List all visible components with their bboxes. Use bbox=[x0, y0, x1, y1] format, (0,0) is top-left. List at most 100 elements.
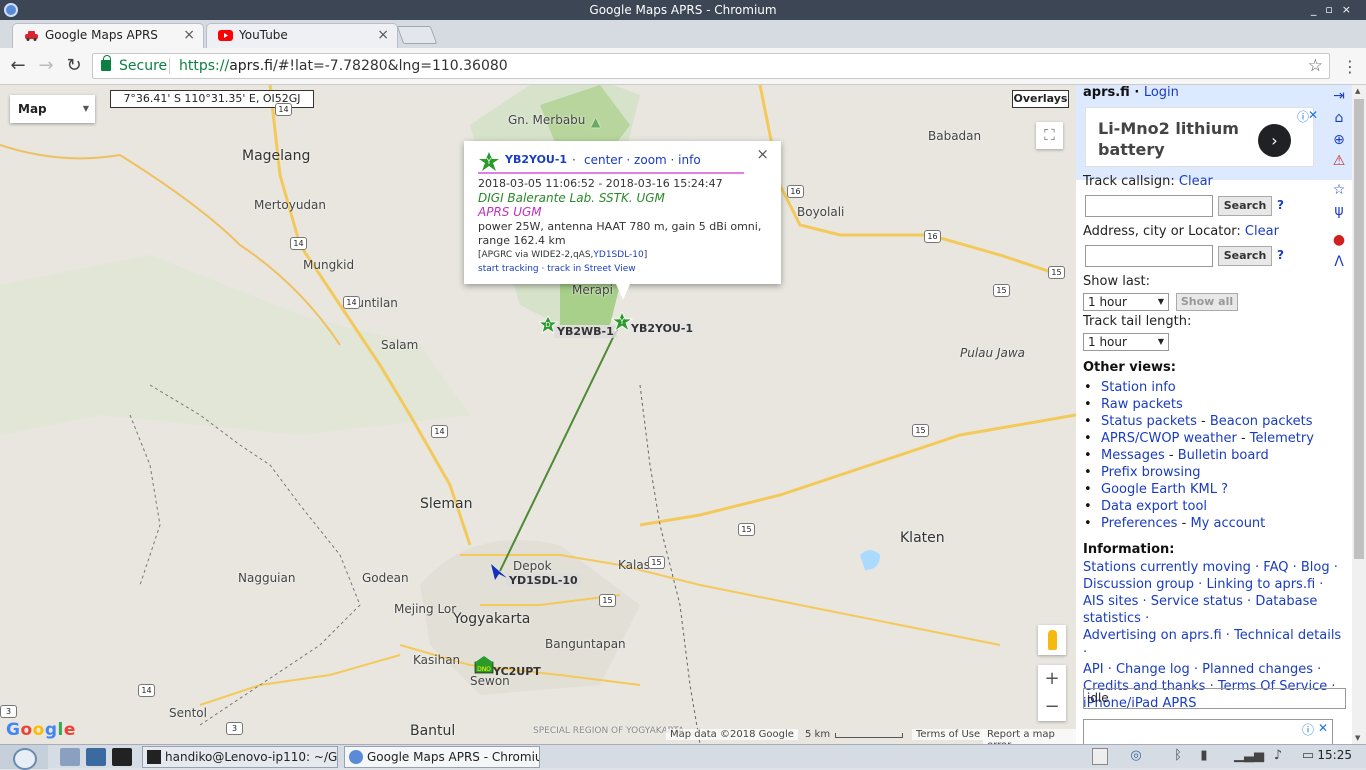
path-link[interactable]: YD1SDL-10 bbox=[593, 250, 643, 260]
menu-icon[interactable]: ⋮ bbox=[1342, 57, 1358, 76]
my-account-link[interactable]: My account bbox=[1190, 516, 1265, 531]
map-canvas[interactable]: Map ▼ 7°36.41' S 110°31.35' E, OI52GJ Ove… bbox=[0, 85, 1076, 744]
info-link[interactable]: Planned changes bbox=[1202, 662, 1313, 677]
tower-icon[interactable]: ⚠ bbox=[1330, 152, 1348, 170]
ad-banner[interactable]: Li-Mno2 lithium battery › ⓘ ✕ bbox=[1085, 107, 1318, 167]
beacon-packets-link[interactable]: Beacon packets bbox=[1210, 414, 1313, 429]
address-bar[interactable]: Secure https://aprs.fi/#!lat=-7.78280&ln… bbox=[92, 53, 1330, 79]
star-icon[interactable]: ☆ bbox=[1330, 181, 1348, 199]
search-button[interactable]: Search bbox=[1218, 246, 1272, 266]
reload-icon[interactable]: ↻ bbox=[62, 55, 86, 77]
callsign-input[interactable] bbox=[1085, 195, 1213, 217]
search-button[interactable]: Search bbox=[1218, 196, 1272, 216]
info-link[interactable]: Advertising on aprs.fi bbox=[1083, 628, 1222, 643]
info-link[interactable]: Linking to aprs.fi bbox=[1206, 577, 1315, 592]
tab-close-icon[interactable]: × bbox=[183, 24, 195, 46]
scrollbar-thumb[interactable] bbox=[1354, 99, 1364, 559]
start-menu-icon[interactable] bbox=[0, 745, 48, 770]
bookmark-star-icon[interactable]: ☆ bbox=[1308, 54, 1323, 78]
network-tool-icon[interactable] bbox=[86, 748, 106, 766]
tab-google-maps-aprs[interactable]: Google Maps APRS × bbox=[12, 23, 204, 48]
address-input[interactable] bbox=[1085, 245, 1213, 267]
file-manager-icon[interactable] bbox=[60, 748, 80, 766]
popup-actions[interactable]: start tracking · track in Street View bbox=[478, 264, 636, 274]
login-link[interactable]: Login bbox=[1144, 85, 1179, 100]
info-link[interactable]: Change log bbox=[1116, 662, 1190, 677]
window-icon[interactable] bbox=[1092, 748, 1108, 765]
overlay-circles-icon[interactable]: ● bbox=[1330, 231, 1348, 249]
target-icon[interactable]: ⊕ bbox=[1330, 131, 1348, 149]
zoom-out-button[interactable]: − bbox=[1038, 693, 1066, 721]
signal-icon[interactable]: ▁▃▅ bbox=[1234, 748, 1264, 765]
screen-icon[interactable]: ▭ bbox=[1300, 748, 1316, 765]
info-link[interactable]: API bbox=[1083, 662, 1104, 677]
popup-callsign[interactable]: YB2YOU-1 bbox=[505, 153, 567, 166]
station-info-link[interactable]: Station info bbox=[1101, 380, 1176, 395]
battery-icon[interactable]: ▮ bbox=[1196, 748, 1212, 765]
terms-link[interactable]: Terms of Use bbox=[912, 729, 985, 740]
back-arrow-icon[interactable]: ← bbox=[6, 55, 30, 77]
preferences-link[interactable]: Preferences bbox=[1101, 516, 1177, 531]
kml-link[interactable]: Google Earth KML ? bbox=[1101, 482, 1228, 497]
forward-arrow-icon[interactable]: → bbox=[34, 55, 58, 77]
window-controls[interactable]: _▫× bbox=[1311, 0, 1360, 20]
info-link[interactable]: Service status bbox=[1151, 594, 1243, 609]
info-link[interactable]: Blog bbox=[1301, 560, 1330, 575]
antenna-icon[interactable]: ψ bbox=[1330, 202, 1348, 220]
show-last-select[interactable]: 1 hour ▼ bbox=[1083, 293, 1169, 311]
scroll-down-icon[interactable]: ▼ bbox=[1355, 734, 1360, 742]
bluetooth-icon[interactable]: ᛒ bbox=[1170, 748, 1186, 765]
popup-path: [APGRC via WIDE2-2,qAS,YD1SDL-10] bbox=[478, 250, 648, 260]
close-icon[interactable]: × bbox=[756, 145, 769, 163]
close-icon[interactable]: ✕ bbox=[1308, 108, 1318, 122]
terminal-icon[interactable] bbox=[112, 748, 132, 766]
help-link[interactable]: ? bbox=[1277, 198, 1284, 212]
prefix-browsing-link[interactable]: Prefix browsing bbox=[1101, 465, 1200, 480]
ad-banner-bottom[interactable]: ⓘ ✕ bbox=[1083, 719, 1333, 745]
home-icon[interactable]: ⌂ bbox=[1330, 109, 1348, 127]
info-icon[interactable]: ⓘ bbox=[1302, 721, 1314, 738]
clear-link[interactable]: Clear bbox=[1179, 174, 1213, 189]
task-terminal[interactable]: handiko@Lenovo-ip110: ~/G... bbox=[142, 746, 338, 768]
map-type-select[interactable]: Map ▼ bbox=[10, 95, 95, 123]
task-chromium[interactable]: Google Maps APRS - Chromium bbox=[344, 746, 540, 768]
overlays-button[interactable]: Overlays bbox=[1012, 90, 1069, 108]
messages-link[interactable]: Messages bbox=[1101, 448, 1165, 463]
report-error-link[interactable]: Report a map error bbox=[983, 729, 1076, 744]
chromium-tray-icon[interactable]: ◎ bbox=[1128, 748, 1144, 765]
info-link[interactable]: FAQ bbox=[1263, 560, 1288, 575]
new-tab-button[interactable] bbox=[396, 26, 438, 44]
sidebar-scrollbar[interactable]: ▲ ▼ bbox=[1352, 85, 1366, 744]
help-link[interactable]: ? bbox=[1277, 248, 1284, 262]
data-export-link[interactable]: Data export tool bbox=[1101, 499, 1207, 514]
close-icon[interactable]: ✕ bbox=[1318, 721, 1328, 735]
clear-link[interactable]: Clear bbox=[1245, 224, 1279, 239]
tab-close-icon[interactable]: × bbox=[377, 24, 389, 46]
tail-length-select[interactable]: 1 hour ▼ bbox=[1083, 333, 1169, 351]
station-label[interactable]: YC2UPT bbox=[490, 665, 544, 678]
station-label[interactable]: YB2WB-1 bbox=[554, 325, 617, 338]
street-view-pegman-icon[interactable] bbox=[1038, 625, 1066, 655]
station-label[interactable]: YD1SDL-10 bbox=[506, 574, 581, 587]
raw-packets-link[interactable]: Raw packets bbox=[1101, 397, 1183, 412]
road-shield: 15 bbox=[599, 594, 616, 607]
compass-icon[interactable]: Λ bbox=[1330, 253, 1348, 271]
bulletin-board-link[interactable]: Bulletin board bbox=[1178, 448, 1269, 463]
scroll-up-icon[interactable]: ▲ bbox=[1355, 87, 1360, 95]
fullscreen-icon[interactable]: ⛶ bbox=[1036, 122, 1063, 149]
tab-youtube[interactable]: YouTube × bbox=[206, 23, 398, 48]
telemetry-link[interactable]: Telemetry bbox=[1250, 431, 1314, 446]
info-link[interactable]: AIS sites bbox=[1083, 594, 1138, 609]
popup-links[interactable]: center · zoom · info bbox=[584, 153, 701, 167]
info-link[interactable]: Stations currently moving bbox=[1083, 560, 1251, 575]
chevron-right-icon[interactable]: › bbox=[1258, 124, 1291, 157]
info-link[interactable]: Discussion group bbox=[1083, 577, 1194, 592]
info-link[interactable]: Technical details bbox=[1234, 628, 1341, 643]
collapse-arrow-icon[interactable]: ⇥ bbox=[1330, 87, 1348, 105]
status-packets-link[interactable]: Status packets bbox=[1101, 414, 1197, 429]
show-all-button[interactable]: Show all bbox=[1176, 293, 1238, 311]
zoom-in-button[interactable]: + bbox=[1038, 665, 1066, 693]
weather-link[interactable]: APRS/CWOP weather bbox=[1101, 431, 1237, 446]
volume-icon[interactable]: ♪ bbox=[1270, 748, 1286, 765]
station-label[interactable]: YB2YOU-1 bbox=[628, 322, 697, 335]
